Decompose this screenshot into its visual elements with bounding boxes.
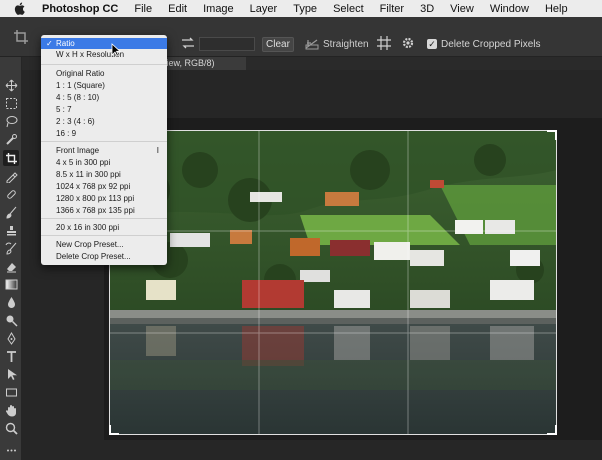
document-tab[interactable]: view, RGB/8) — [160, 57, 246, 70]
menu-select[interactable]: Select — [325, 3, 372, 15]
lasso-tool-icon[interactable] — [3, 113, 19, 129]
menu-item-1366x768[interactable]: 1366 x 768 px 135 ppi — [41, 205, 167, 216]
menu-app-name[interactable]: Photoshop CC — [34, 3, 126, 15]
menu-item-1024x768[interactable]: 1024 x 768 px 92 ppi — [41, 181, 167, 192]
dodge-tool-icon[interactable] — [3, 312, 19, 328]
ratio-height-field[interactable] — [199, 37, 255, 51]
straighten-label[interactable]: Straighten — [323, 39, 369, 50]
menu-layer[interactable]: Layer — [242, 3, 286, 15]
menu-separator — [41, 64, 167, 65]
menu-filter[interactable]: Filter — [372, 3, 412, 15]
macos-menu-bar: Photoshop CC File Edit Image Layer Type … — [0, 0, 602, 17]
menu-item-1280x800[interactable]: 1280 x 800 px 113 ppi — [41, 193, 167, 204]
menu-item-ratio[interactable]: ✓ Ratio — [41, 38, 167, 49]
overlay-grid-icon[interactable] — [376, 35, 392, 51]
gear-icon[interactable] — [401, 36, 415, 50]
mouse-cursor-icon — [111, 43, 122, 57]
menu-file[interactable]: File — [126, 3, 160, 15]
history-brush-tool-icon[interactable] — [3, 240, 19, 256]
menu-item-4x5in[interactable]: 4 x 5 in 300 ppi — [41, 157, 167, 168]
checkmark-icon: ✓ — [46, 39, 53, 48]
move-tool-icon[interactable] — [3, 77, 19, 93]
tools-panel — [0, 57, 22, 460]
menu-item-front-image[interactable]: Front Image I — [41, 145, 167, 156]
zoom-tool-icon[interactable] — [3, 420, 19, 436]
menu-item-wxhxres[interactable]: W x H x Resolution — [41, 49, 167, 60]
crop-handle-bottom-left[interactable] — [109, 425, 119, 435]
type-tool-icon[interactable] — [3, 348, 19, 364]
menu-item-original-ratio[interactable]: Original Ratio — [41, 68, 167, 79]
swap-icon[interactable] — [181, 37, 195, 49]
menu-item-8-5x11in[interactable]: 8.5 x 11 in 300 ppi — [41, 169, 167, 180]
menu-window[interactable]: Window — [482, 3, 537, 15]
blur-tool-icon[interactable] — [3, 294, 19, 310]
path-selection-tool-icon[interactable] — [3, 366, 19, 382]
shortcut-label: I — [156, 146, 159, 155]
crop-ratio-menu: ✓ Ratio W x H x Resolution Original Rati… — [41, 35, 167, 265]
eraser-tool-icon[interactable] — [3, 258, 19, 274]
menu-edit[interactable]: Edit — [160, 3, 195, 15]
menu-3d[interactable]: 3D — [412, 3, 442, 15]
delete-cropped-checkbox[interactable]: ✓ — [427, 39, 437, 49]
menu-item-delete-preset[interactable]: Delete Crop Preset... — [41, 251, 167, 262]
menu-item-20x16in[interactable]: 20 x 16 in 300 ppi — [41, 222, 167, 233]
brush-tool-icon[interactable] — [3, 204, 19, 220]
apple-logo-icon[interactable] — [14, 2, 28, 15]
menu-view[interactable]: View — [442, 3, 482, 15]
crop-bounding-box[interactable] — [109, 130, 557, 435]
crop-handle-bottom-right[interactable] — [547, 425, 557, 435]
straighten-icon[interactable] — [305, 37, 319, 50]
clone-stamp-tool-icon[interactable] — [3, 222, 19, 238]
menu-item-16-9[interactable]: 16 : 9 — [41, 128, 167, 139]
eyedropper-tool-icon[interactable] — [3, 168, 19, 184]
gradient-tool-icon[interactable] — [3, 276, 19, 292]
rectangle-tool-icon[interactable] — [3, 384, 19, 400]
marquee-tool-icon[interactable] — [3, 95, 19, 111]
more-tools-icon[interactable] — [3, 442, 19, 458]
menu-image[interactable]: Image — [195, 3, 242, 15]
menu-separator — [41, 235, 167, 236]
menu-item-5-7[interactable]: 5 : 7 — [41, 104, 167, 115]
crop-handle-top-right[interactable] — [547, 130, 557, 140]
menu-item-new-preset[interactable]: New Crop Preset... — [41, 239, 167, 250]
healing-brush-tool-icon[interactable] — [3, 186, 19, 202]
quick-selection-tool-icon[interactable] — [3, 131, 19, 147]
menu-help[interactable]: Help — [537, 3, 576, 15]
menu-item-4-5[interactable]: 4 : 5 (8 : 10) — [41, 92, 167, 103]
menu-separator — [41, 141, 167, 142]
clear-button[interactable]: Clear — [262, 37, 294, 52]
hand-tool-icon[interactable] — [3, 402, 19, 418]
menu-item-1-1[interactable]: 1 : 1 (Square) — [41, 80, 167, 91]
delete-cropped-label[interactable]: Delete Cropped Pixels — [441, 39, 541, 50]
pen-tool-icon[interactable] — [3, 330, 19, 346]
crop-tool-active-icon[interactable] — [3, 150, 19, 166]
menu-item-2-3[interactable]: 2 : 3 (4 : 6) — [41, 116, 167, 127]
menu-type[interactable]: Type — [285, 3, 325, 15]
menu-separator — [41, 218, 167, 219]
crop-tool-icon[interactable] — [12, 28, 30, 46]
